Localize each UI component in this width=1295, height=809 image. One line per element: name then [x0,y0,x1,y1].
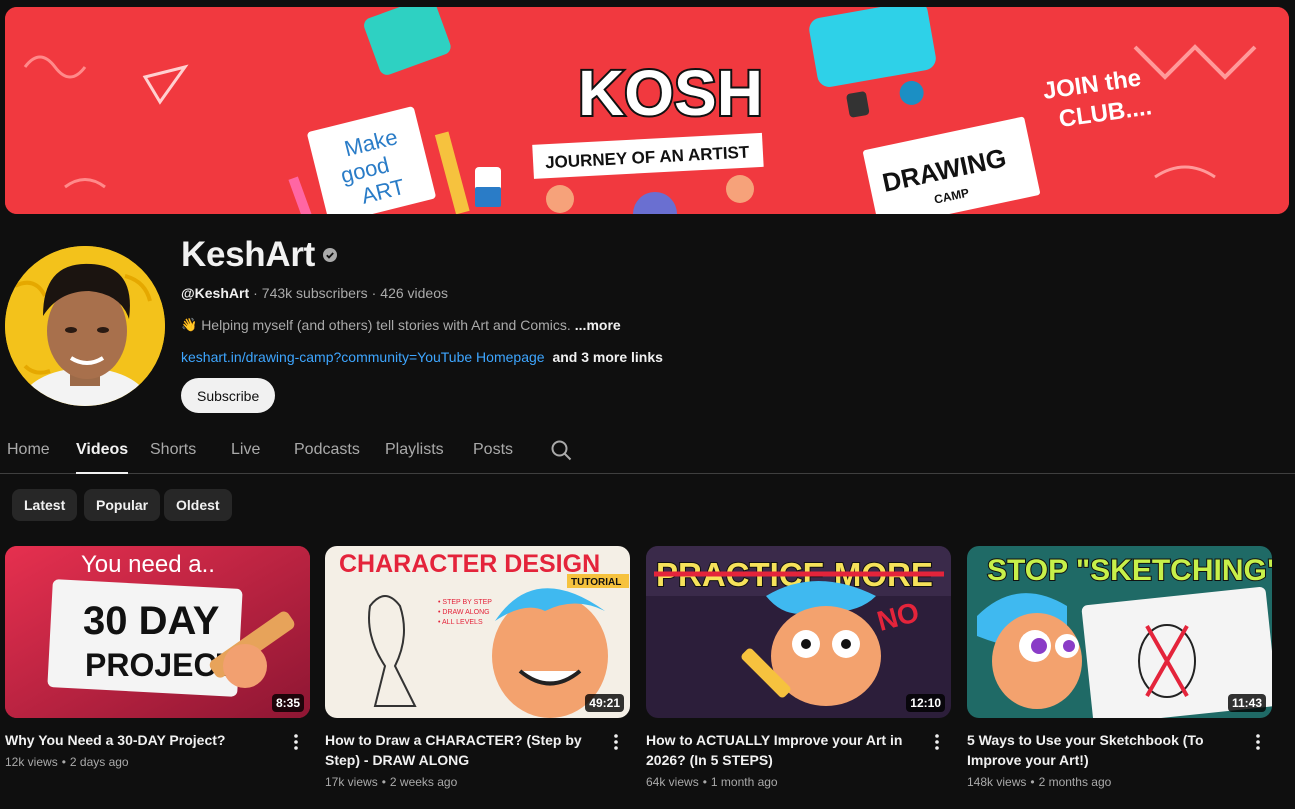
video-title[interactable]: How to Draw a CHARACTER? (Step by Step) … [325,730,601,770]
subscribe-button[interactable]: Subscribe [181,378,276,413]
channel-description[interactable]: 👋 Helping myself (and others) tell stori… [181,317,881,333]
video-thumbnail[interactable]: STOP "SKETCHING" 11:43 [967,546,1272,718]
video-views: 17k views [325,775,378,789]
tab-shorts[interactable]: Shorts [150,426,196,473]
tab-videos[interactable]: Videos [76,426,129,474]
more-links-button[interactable]: and 3 more links [552,349,662,365]
channel-info: KeshArt @KeshArt · 743k subscribers · 42… [181,234,881,365]
chip-popular[interactable]: Popular [84,489,161,521]
video-thumbnail[interactable]: PRACTICE MORE NO 12:10 [646,546,951,718]
channel-link[interactable]: keshart.in/drawing-camp?community=YouTub… [181,349,545,365]
chip-latest[interactable]: Latest [12,489,78,521]
video-title[interactable]: 5 Ways to Use your Sketchbook (To Improv… [967,730,1243,770]
video-title[interactable]: How to ACTUALLY Improve your Art in 2026… [646,730,922,770]
tab-live[interactable]: Live [231,426,260,473]
more-options-icon[interactable] [286,732,306,752]
meta-separator: · [371,285,377,301]
thumb-text: STOP "SKETCHING" [987,554,1272,587]
video-duration: 11:43 [1227,694,1266,712]
thumb-text: You need a.. [81,551,215,578]
video-duration: 49:21 [585,694,624,712]
banner-logo: KOSH [578,57,763,129]
channel-meta: @KeshArt · 743k subscribers · 426 videos [181,285,881,301]
more-link[interactable]: ...more [575,317,621,333]
channel-page: Make good ART KOSH JOURNEY OF AN ARTIST [0,0,1295,809]
video-age: 2 months ago [1038,775,1112,789]
check-circle-icon [323,248,338,262]
meta-separator: • [702,775,707,789]
video-card[interactable]: CHARACTER DESIGN TUTORIAL • STEP BY STEP… [325,546,630,789]
video-age: 2 days ago [69,755,129,769]
video-meta: 148k views • 2 months ago [967,775,1272,789]
search-icon[interactable] [549,438,573,462]
video-thumbnail[interactable]: CHARACTER DESIGN TUTORIAL • STEP BY STEP… [325,546,630,718]
tab-podcasts[interactable]: Podcasts [294,426,360,473]
wave-emoji-icon: 👋 [181,317,198,332]
video-count: 426 videos [380,285,448,301]
thumb-text: • STEP BY STEP [438,599,492,606]
video-card[interactable]: STOP "SKETCHING" 11:43 5 Ways to Use you… [967,546,1272,789]
video-thumbnail[interactable]: You need a.. 30 DAY PROJECT 8:35 [5,546,310,718]
video-card[interactable]: PRACTICE MORE NO 12:10 How to ACTUALLY I… [646,546,951,789]
banner-artwork: Make good ART KOSH JOURNEY OF AN ARTIST [5,7,1289,214]
thumb-text: CHARACTER DESIGN [339,550,600,578]
video-card[interactable]: You need a.. 30 DAY PROJECT 8:35 Why You… [5,546,310,769]
meta-separator: • [381,775,386,789]
avatar-image [5,246,165,406]
channel-name: KeshArt [181,235,316,274]
subscriber-count: 743k subscribers [261,285,368,301]
tab-posts[interactable]: Posts [473,426,513,473]
video-title[interactable]: Why You Need a 30-DAY Project? [5,730,281,750]
video-meta: 17k views • 2 weeks ago [325,775,630,789]
video-views: 148k views [967,775,1027,789]
video-meta: 64k views • 1 month ago [646,775,951,789]
description-text: Helping myself (and others) tell stories… [201,317,571,333]
tab-playlists[interactable]: Playlists [385,426,444,473]
channel-banner: Make good ART KOSH JOURNEY OF AN ARTIST [5,7,1289,214]
video-views: 64k views [646,775,699,789]
video-duration: 12:10 [906,694,945,712]
video-duration: 8:35 [271,694,304,712]
chip-oldest[interactable]: Oldest [164,489,232,521]
more-options-icon[interactable] [1248,732,1268,752]
meta-separator: · [253,285,258,301]
thumb-text: • DRAW ALONG [438,609,490,616]
thumb-text: • ALL LEVELS [438,619,483,626]
video-views: 12k views [5,755,58,769]
channel-handle: @KeshArt [181,285,250,301]
more-options-icon[interactable] [606,732,626,752]
video-meta: 12k views • 2 days ago [5,755,310,769]
video-age: 2 weeks ago [389,775,458,789]
meta-separator: • [61,755,66,769]
channel-links: keshart.in/drawing-camp?community=YouTub… [181,349,881,365]
channel-avatar[interactable] [5,246,165,406]
tab-home[interactable]: Home [7,426,50,473]
thumb-text: 30 DAY [83,599,220,643]
more-options-icon[interactable] [927,732,947,752]
channel-name-row: KeshArt [181,234,881,276]
thumb-text: TUTORIAL [571,577,621,588]
channel-tabs: Home Videos Shorts Live Podcasts Playlis… [0,426,1295,474]
meta-separator: • [1030,775,1035,789]
video-age: 1 month ago [710,775,778,789]
